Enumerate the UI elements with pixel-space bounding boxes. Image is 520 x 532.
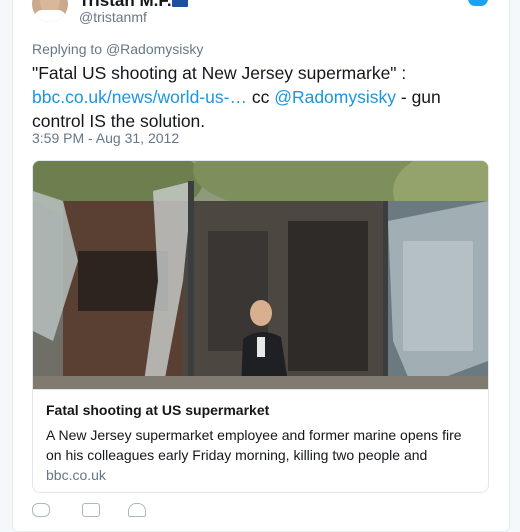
replying-prefix: Replying to bbox=[32, 41, 106, 57]
card-body: Fatal shooting at US supermarket A New J… bbox=[33, 389, 488, 492]
flag-icon bbox=[172, 0, 188, 7]
article-link[interactable]: bbc.co.uk/news/world-us-… bbox=[32, 87, 247, 107]
link-card[interactable]: Fatal shooting at US supermarket A New J… bbox=[32, 160, 489, 493]
card-description: A New Jersey supermarket employee and fo… bbox=[46, 427, 462, 463]
like-icon[interactable] bbox=[128, 503, 146, 517]
author-handle[interactable]: @tristanmf bbox=[79, 9, 147, 25]
tweet-text-part1: "Fatal US shooting at New Jersey superma… bbox=[32, 63, 407, 83]
timestamp[interactable]: 3:59 PM - Aug 31, 2012 bbox=[32, 130, 179, 146]
card-title: Fatal shooting at US supermarket bbox=[46, 402, 270, 418]
replying-mention-link[interactable]: @Radomysisky bbox=[106, 41, 203, 57]
card-domain: bbc.co.uk bbox=[46, 467, 106, 483]
retweet-icon[interactable] bbox=[82, 503, 100, 517]
avatar[interactable] bbox=[32, 0, 68, 22]
reply-icon[interactable] bbox=[32, 503, 50, 517]
card-image bbox=[33, 161, 488, 389]
replying-to: Replying to @Radomysisky bbox=[32, 41, 203, 57]
mention-link[interactable]: @Radomysisky bbox=[274, 87, 396, 107]
tweet-text-part2: cc bbox=[246, 87, 275, 107]
tweet-text: "Fatal US shooting at New Jersey superma… bbox=[32, 61, 492, 133]
action-bar bbox=[32, 503, 192, 517]
